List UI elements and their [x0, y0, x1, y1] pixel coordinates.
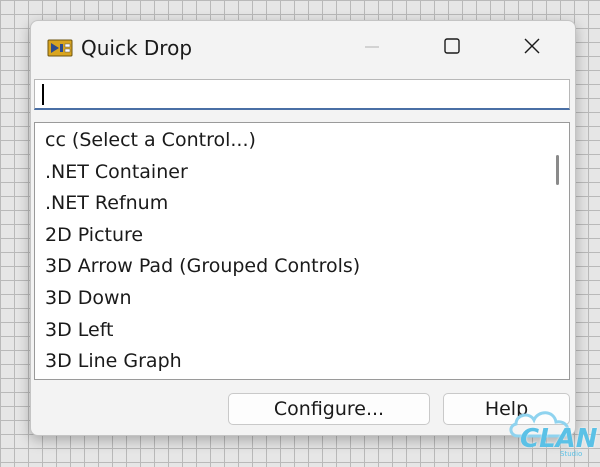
- close-icon: [524, 38, 540, 58]
- quick-drop-window: Quick Drop cc (Select a Control...) .NET…: [30, 20, 576, 436]
- watermark-subtext: Studio: [560, 450, 583, 458]
- list-item[interactable]: 3D Down: [35, 283, 540, 315]
- watermark-text: CLAN: [520, 424, 598, 454]
- list-item[interactable]: 2D Picture: [35, 220, 540, 252]
- search-box: [34, 79, 570, 110]
- list-item[interactable]: 3D Arrow Pad (Grouped Controls): [35, 251, 540, 283]
- vertical-scrollbar[interactable]: [547, 123, 569, 379]
- window-title: Quick Drop: [81, 36, 193, 60]
- list-item[interactable]: cc (Select a Control...): [35, 125, 540, 157]
- maximize-icon: [444, 38, 460, 58]
- list-item[interactable]: 3D Line Graph: [35, 346, 540, 378]
- maximize-button[interactable]: [417, 21, 487, 75]
- text-caret: [42, 84, 44, 105]
- minimize-button[interactable]: [337, 21, 407, 75]
- control-list[interactable]: cc (Select a Control...) .NET Container …: [34, 122, 570, 380]
- scroll-thumb[interactable]: [556, 155, 559, 185]
- quick-drop-app-icon: [47, 38, 73, 58]
- list-items: cc (Select a Control...) .NET Container …: [35, 125, 540, 378]
- configure-button[interactable]: Configure...: [228, 393, 430, 425]
- minimize-icon: [365, 39, 379, 58]
- title-bar[interactable]: Quick Drop: [31, 21, 575, 75]
- watermark-logo: CLAN Studio: [498, 400, 598, 462]
- list-item[interactable]: 3D Left: [35, 315, 540, 347]
- list-item[interactable]: .NET Container: [35, 157, 540, 189]
- close-button[interactable]: [497, 21, 567, 75]
- list-item[interactable]: .NET Refnum: [35, 188, 540, 220]
- search-input[interactable]: [35, 80, 569, 108]
